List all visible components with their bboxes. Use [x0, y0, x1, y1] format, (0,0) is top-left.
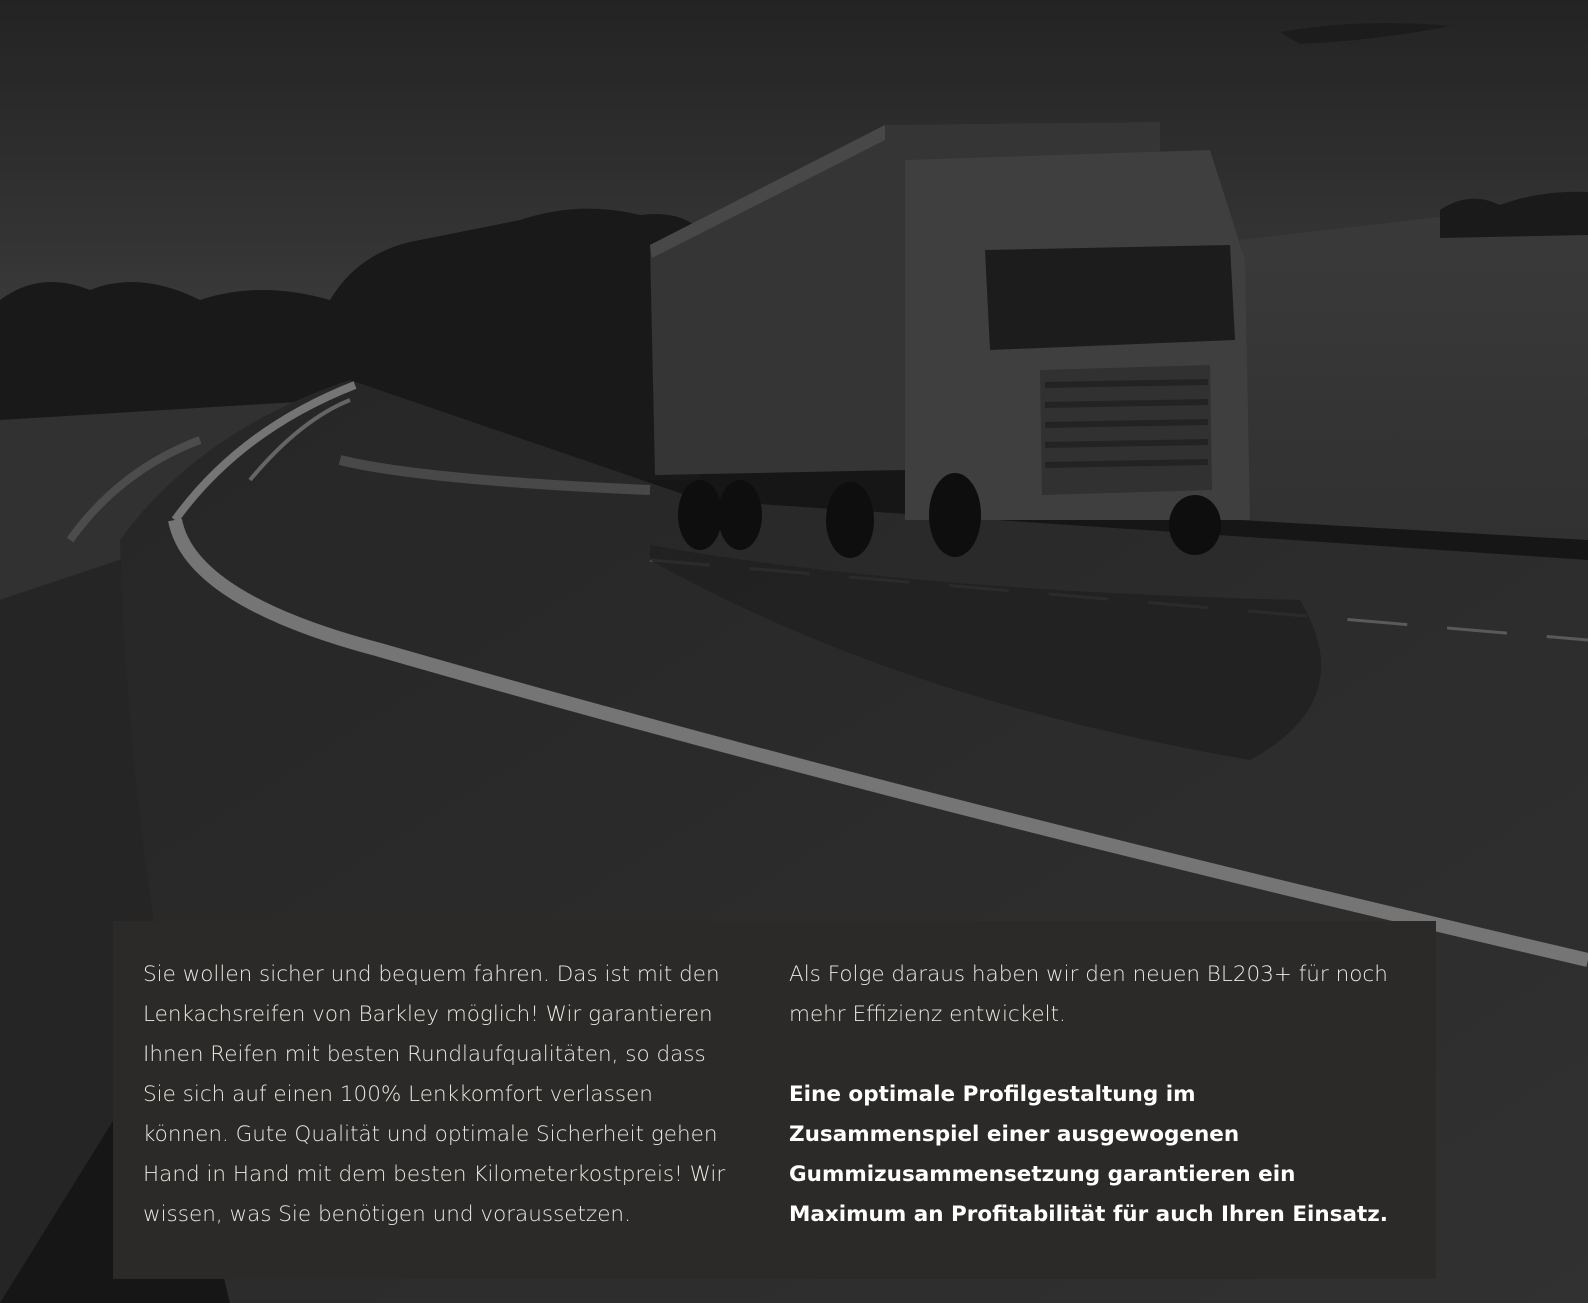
bl203-intro-text: Als Folge daraus haben wir den neuen BL2… [789, 962, 1388, 1027]
profitability-highlight-text: Eine optimale Profilgestaltung im Zusamm… [789, 1082, 1388, 1227]
hero-section: Sie wollen sicher und bequem fahren. Das… [0, 0, 1588, 1303]
steering-tire-description: Sie wollen sicher und bequem fahren. Das… [143, 962, 726, 1227]
info-column-right: Als Folge daraus haben wir den neuen BL2… [789, 955, 1389, 1249]
info-column-left: Sie wollen sicher und bequem fahren. Das… [143, 955, 739, 1249]
info-panel: Sie wollen sicher und bequem fahren. Das… [113, 921, 1436, 1279]
